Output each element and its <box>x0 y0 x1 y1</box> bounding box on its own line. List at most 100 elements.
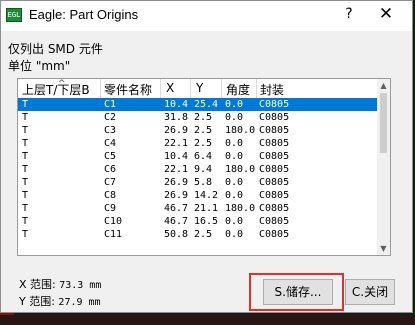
cell-x: 31.8 <box>164 112 189 123</box>
cell-part-name: C8 <box>104 190 117 201</box>
cell-angle: 0.0 <box>225 190 244 201</box>
cell-package: C0805 <box>259 151 290 162</box>
table-row[interactable]: T C8 26.9 14.2 0.0 C0805 <box>18 189 378 202</box>
column-header-package[interactable]: 封装 <box>260 81 284 98</box>
table-header: 上层T/下层B ^ 零件名称 X Y 角度 封装 <box>18 79 378 99</box>
cell-angle: 0.0 <box>225 151 244 162</box>
cell-layer: T <box>22 112 29 123</box>
background-pcb-bottom <box>0 315 415 325</box>
cell-layer: T <box>22 99 29 110</box>
cell-part-name: C1 <box>104 99 117 110</box>
column-header-part-name[interactable]: 零件名称 <box>104 81 152 98</box>
table-row[interactable]: T C2 31.8 2.5 0.0 C0805 <box>18 111 378 124</box>
cell-layer: T <box>22 151 29 162</box>
save-button-highlight <box>249 273 344 311</box>
table-row[interactable]: T C7 26.9 5.8 0.0 C0805 <box>18 176 378 189</box>
cell-part-name: C4 <box>104 138 117 149</box>
cell-x: 10.4 <box>164 151 189 162</box>
cell-part-name: C5 <box>104 151 117 162</box>
part-origins-dialog: EGL Eagle: Part Origins ? ✕ 仅列出 SMD 元件 单… <box>0 0 413 313</box>
cell-angle: 0.0 <box>225 112 244 123</box>
column-divider[interactable] <box>221 79 222 98</box>
cell-package: C0805 <box>259 112 290 123</box>
table-row[interactable]: T C1 10.4 25.4 0.0 C0805 <box>18 98 378 111</box>
cell-x: 26.9 <box>164 190 189 201</box>
column-divider[interactable] <box>190 79 191 98</box>
scroll-down-icon[interactable]: ▼ <box>377 242 390 255</box>
cell-layer: T <box>22 190 29 201</box>
column-divider[interactable] <box>100 79 101 98</box>
cell-package: C0805 <box>259 177 290 188</box>
cell-x: 50.8 <box>164 229 189 240</box>
x-range-value: 73.3 mm <box>59 280 102 291</box>
cell-angle: 180.0 <box>225 203 256 214</box>
scroll-up-icon[interactable]: ▲ <box>377 79 390 92</box>
cell-y: 2.5 <box>194 125 213 136</box>
column-divider[interactable] <box>256 79 257 98</box>
scrollbar-thumb[interactable] <box>380 93 387 153</box>
title-bar[interactable]: EGL Eagle: Part Origins ? ✕ <box>1 1 412 31</box>
help-icon[interactable]: ? <box>339 6 359 22</box>
cell-x: 46.7 <box>164 203 189 214</box>
cell-layer: T <box>22 164 29 175</box>
cell-layer: T <box>22 177 29 188</box>
column-header-layer[interactable]: 上层T/下层B <box>22 81 90 98</box>
column-header-angle[interactable]: 角度 <box>226 81 250 98</box>
cell-angle: 0.0 <box>225 99 244 110</box>
cell-angle: 0.0 <box>225 216 244 227</box>
cell-x: 22.1 <box>164 138 189 149</box>
cell-layer: T <box>22 138 29 149</box>
table-vertical-scrollbar[interactable]: ▲ ▼ <box>377 79 390 255</box>
close-button[interactable]: C.关闭 <box>345 279 395 305</box>
cell-x: 26.9 <box>164 125 189 136</box>
table-row[interactable]: T C5 10.4 6.4 0.0 C0805 <box>18 150 378 163</box>
cell-layer: T <box>22 203 29 214</box>
cell-y: 21.1 <box>194 203 219 214</box>
dialog-body: 仅列出 SMD 元件 单位 "mm" 上层T/下层B ^ 零件名称 X Y 角度… <box>1 31 412 312</box>
cell-angle: 180.0 <box>225 164 256 175</box>
cell-layer: T <box>22 229 29 240</box>
y-range: Y 范围: 27.9 mm <box>19 293 101 309</box>
cell-y: 14.2 <box>194 190 219 201</box>
cell-x: 26.9 <box>164 177 189 188</box>
cell-package: C0805 <box>259 216 290 227</box>
cell-y: 9.4 <box>194 164 213 175</box>
column-header-y[interactable]: Y <box>196 81 203 95</box>
column-divider[interactable] <box>160 79 161 98</box>
parts-table[interactable]: 上层T/下层B ^ 零件名称 X Y 角度 封装 T C1 10.4 25.4 0.0 C… <box>17 78 391 256</box>
window-title: Eagle: Part Origins <box>29 7 139 22</box>
cell-package: C0805 <box>259 203 290 214</box>
y-range-label: Y 范围: <box>19 295 55 308</box>
cell-angle: 0.0 <box>225 177 244 188</box>
x-range: X 范围: 73.3 mm <box>19 276 101 292</box>
cell-x: 46.7 <box>164 216 189 227</box>
table-row[interactable]: T C6 22.1 9.4 180.0 C0805 <box>18 163 378 176</box>
smd-only-note: 仅列出 SMD 元件 <box>8 42 103 56</box>
cell-y: 6.4 <box>194 151 213 162</box>
close-icon[interactable]: ✕ <box>375 4 397 24</box>
cell-package: C0805 <box>259 164 290 175</box>
cell-part-name: C9 <box>104 203 117 214</box>
cell-part-name: C3 <box>104 125 117 136</box>
cell-angle: 180.0 <box>225 125 256 136</box>
table-row[interactable]: T C10 46.7 16.5 0.0 C0805 <box>18 215 378 228</box>
cell-x: 22.1 <box>164 164 189 175</box>
cell-package: C0805 <box>259 229 290 240</box>
cell-y: 2.5 <box>194 112 213 123</box>
cell-part-name: C6 <box>104 164 117 175</box>
units-note: 单位 "mm" <box>8 59 71 73</box>
cell-layer: T <box>22 125 29 136</box>
cell-package: C0805 <box>259 99 290 110</box>
table-row[interactable]: T C3 26.9 2.5 180.0 C0805 <box>18 124 378 137</box>
column-header-x[interactable]: X <box>166 81 174 95</box>
cell-layer: T <box>22 216 29 227</box>
table-row[interactable]: T C11 50.8 2.5 0.0 C0805 <box>18 228 378 241</box>
cell-angle: 0.0 <box>225 138 244 149</box>
cell-y: 2.5 <box>194 138 213 149</box>
cell-part-name: C10 <box>104 216 123 227</box>
x-range-label: X 范围: <box>19 278 56 291</box>
cell-package: C0805 <box>259 190 290 201</box>
sort-ascending-icon: ^ <box>58 79 66 89</box>
table-row[interactable]: T C9 46.7 21.1 180.0 C0805 <box>18 202 378 215</box>
table-row[interactable]: T C4 22.1 2.5 0.0 C0805 <box>18 137 378 150</box>
